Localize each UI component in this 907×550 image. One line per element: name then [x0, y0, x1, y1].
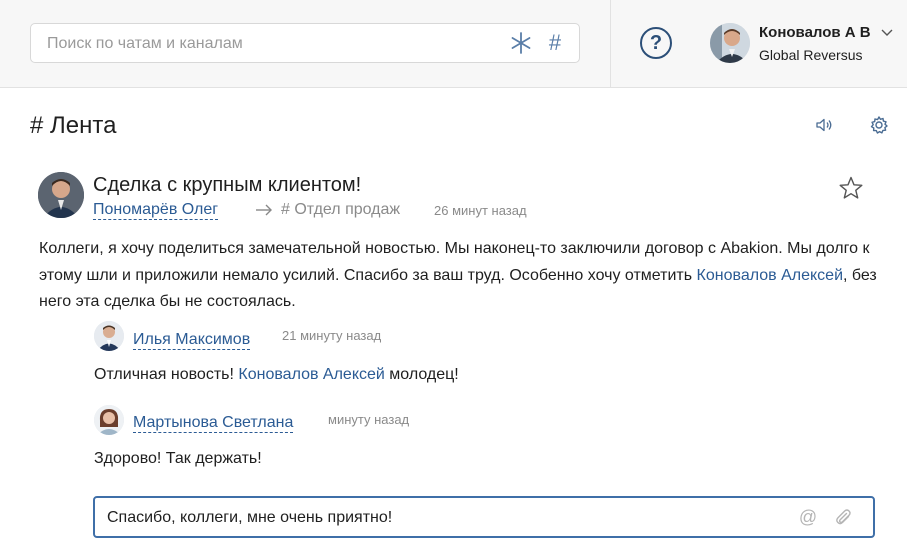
post-author-link[interactable]: Пономарёв Олег	[93, 201, 219, 220]
user-company: Global Reversus	[759, 47, 863, 63]
top-bar: # ? Коновалов А В Global Reversus	[0, 0, 907, 88]
comment-author-avatar[interactable]	[94, 321, 124, 351]
comment-author-link[interactable]: Илья Максимов	[133, 331, 251, 350]
mention-icon[interactable]: @	[798, 507, 818, 527]
reply-input[interactable]	[107, 508, 787, 528]
comment-timestamp: 21 минуту назад	[282, 328, 382, 343]
comment-author-avatar[interactable]	[94, 405, 124, 435]
speaker-icon[interactable]	[814, 115, 834, 135]
comment-text: Отличная новость! Коновалов Алексей моло…	[94, 366, 459, 384]
star-icon[interactable]	[838, 175, 864, 201]
post-author-avatar[interactable]	[38, 172, 84, 218]
comment-mention-link[interactable]: Коновалов Алексей	[238, 366, 384, 383]
gear-icon[interactable]	[869, 115, 889, 135]
asterisk-icon[interactable]	[509, 30, 533, 56]
user-name[interactable]: Коновалов А В	[759, 24, 871, 41]
post-body: Коллеги, я хочу поделиться замечательной…	[39, 236, 889, 316]
comment-timestamp: минуту назад	[328, 412, 410, 427]
search-input[interactable]	[47, 33, 487, 55]
channel-title: # Лента	[30, 112, 117, 139]
chevron-down-icon[interactable]	[880, 26, 894, 40]
search-box: #	[30, 23, 580, 63]
arrow-right-icon	[254, 201, 274, 219]
comment-author-link[interactable]: Мартынова Светлана	[133, 414, 294, 433]
hashtag-icon[interactable]: #	[543, 30, 567, 56]
post-mention-link[interactable]: Коновалов Алексей	[697, 267, 843, 284]
comment-text-start: Отличная новость!	[94, 366, 239, 383]
header-divider	[610, 0, 611, 88]
comment-text: Здорово! Так держать!	[94, 450, 262, 467]
user-avatar[interactable]	[710, 23, 750, 63]
post-title: Сделка с крупным клиентом!	[93, 174, 362, 196]
paperclip-icon[interactable]	[833, 507, 853, 527]
help-icon[interactable]: ?	[640, 27, 672, 59]
comment-text-end: молодец!	[384, 366, 459, 383]
post-channel-link[interactable]: # Отдел продаж	[281, 201, 400, 219]
post-timestamp: 26 минут назад	[434, 203, 527, 218]
reply-box: @	[93, 496, 875, 538]
